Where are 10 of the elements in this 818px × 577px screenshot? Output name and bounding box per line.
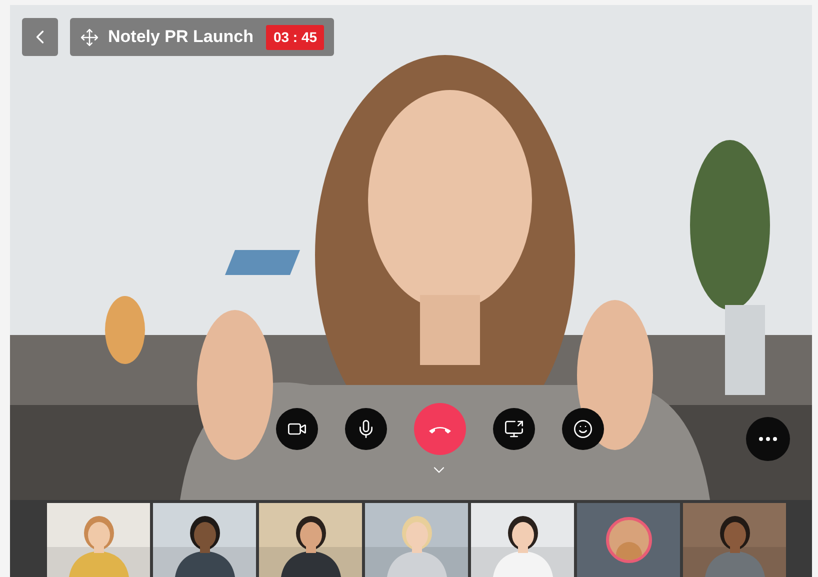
meeting-title: Notely PR Launch — [108, 26, 254, 48]
move-icon — [80, 28, 99, 46]
back-button[interactable] — [22, 18, 58, 56]
smiley-icon — [573, 419, 593, 439]
screen-share-icon — [504, 419, 524, 439]
avatar — [606, 517, 652, 563]
more-icon — [759, 437, 777, 441]
participant-tile[interactable] — [577, 503, 680, 577]
phone-icon — [428, 424, 452, 434]
call-timer: 03 : 45 — [266, 24, 324, 50]
